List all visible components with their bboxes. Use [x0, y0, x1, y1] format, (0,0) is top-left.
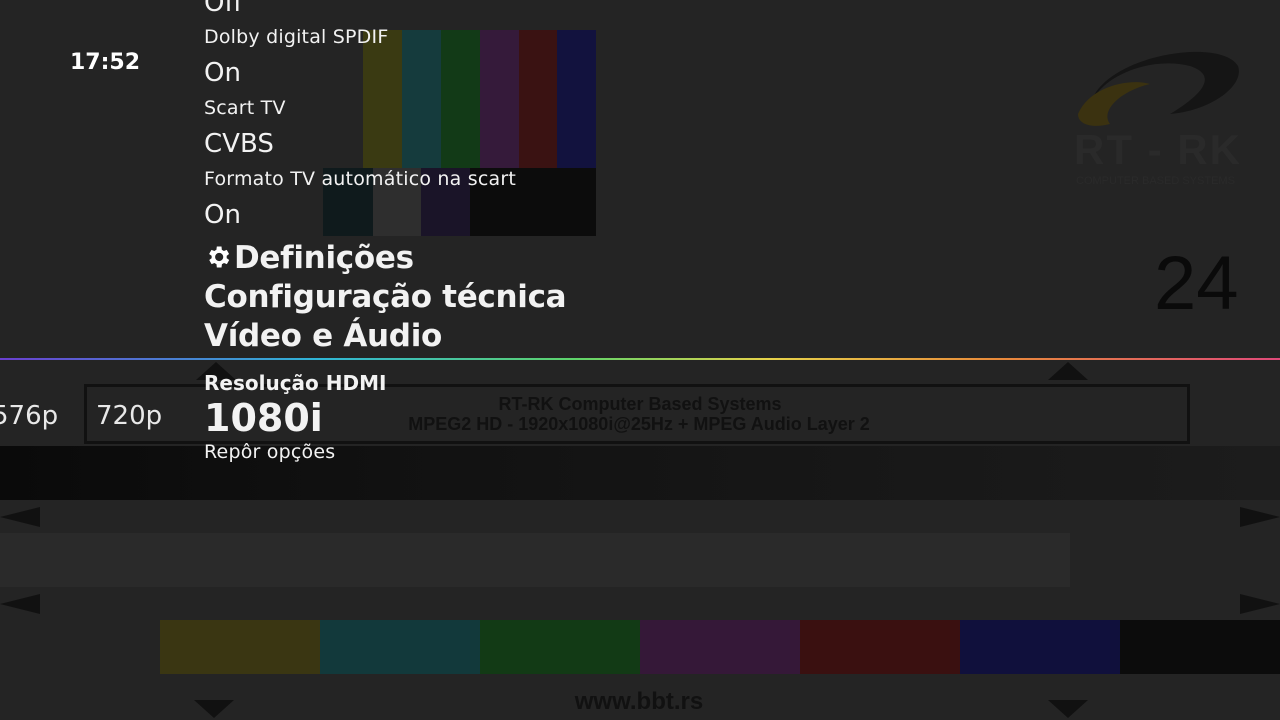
clock: 17:52: [70, 50, 141, 75]
menu-label-dolby-spdif[interactable]: Dolby digital SPDIF: [204, 26, 388, 48]
pattern-gray-band: [0, 446, 1280, 500]
svg-text:RT - RK: RT - RK: [1074, 126, 1242, 173]
pattern-subtitle: MPEG2 HD - 1920x1080i@25Hz + MPEG Audio …: [408, 414, 870, 434]
pattern-bar: [960, 620, 1120, 674]
focused-setting-label: Resolução HDMI: [204, 371, 387, 395]
breadcrumb-item: Configuração técnica: [204, 279, 567, 315]
arrow-right-icon: [1240, 594, 1280, 614]
pattern-bar: [640, 620, 800, 674]
breadcrumb-settings: Definições: [204, 240, 414, 276]
pattern-url: www.bbt.rs: [574, 688, 704, 715]
rainbow-divider: [0, 358, 1280, 360]
option-576p[interactable]: 576p: [0, 401, 58, 431]
pattern-title: RT-RK Computer Based Systems: [498, 394, 782, 414]
pattern-bar: [160, 620, 320, 674]
pattern-bar: [320, 620, 480, 674]
pattern-bar: [557, 30, 596, 168]
pattern-gray-band: [0, 533, 1070, 587]
pattern-bar: [480, 620, 640, 674]
reset-options-item[interactable]: Repôr opções: [204, 441, 335, 463]
rtrk-logo: RT - RK COMPUTER BASED SYSTEMS: [1074, 51, 1242, 186]
menu-value-off[interactable]: Off: [204, 0, 242, 18]
pattern-bar: [480, 30, 519, 168]
marker-triangle-up: [1048, 362, 1088, 380]
svg-text:COMPUTER BASED SYSTEMS: COMPUTER BASED SYSTEMS: [1076, 175, 1235, 186]
menu-value-auto-tv-format[interactable]: On: [204, 200, 241, 230]
menu-value-scart-tv[interactable]: CVBS: [204, 129, 274, 159]
menu-value-dolby-spdif[interactable]: On: [204, 58, 241, 88]
pattern-bar: [402, 30, 441, 168]
pattern-bar: [363, 30, 402, 168]
option-720p[interactable]: 720p: [96, 401, 162, 431]
page-title: Vídeo e Áudio: [204, 318, 443, 354]
gear-icon: [209, 246, 230, 268]
arrow-right-icon: [1240, 507, 1280, 527]
menu-label-auto-tv-format[interactable]: Formato TV automático na scart: [204, 168, 516, 190]
arrow-left-icon: [0, 507, 40, 527]
pattern-bar: [441, 30, 480, 168]
pattern-bar: [800, 620, 960, 674]
menu-label-scart-tv[interactable]: Scart TV: [204, 97, 286, 119]
pattern-bar: [519, 30, 557, 168]
channel-number: 24: [1154, 241, 1239, 326]
focused-setting-value[interactable]: 1080i: [204, 396, 323, 440]
pattern-bar: [1120, 620, 1280, 674]
arrow-left-icon: [0, 594, 40, 614]
breadcrumb-item: Definições: [234, 240, 414, 276]
